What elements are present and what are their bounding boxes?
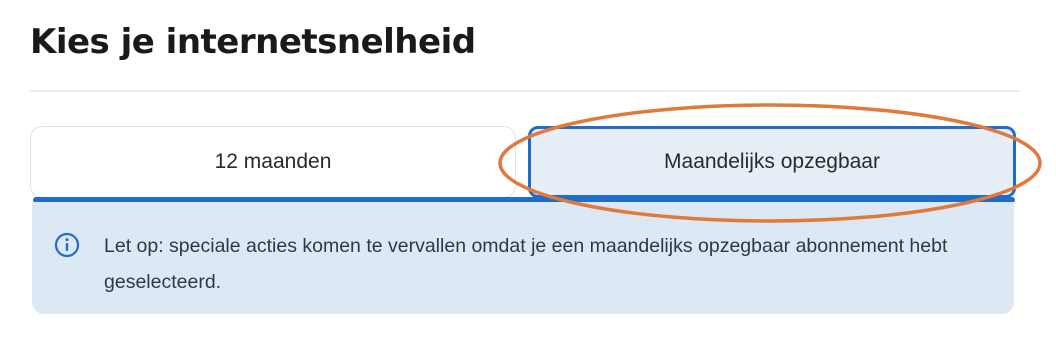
divider [30,90,1020,92]
info-icon [54,232,80,258]
option-12-maanden[interactable]: 12 maanden [30,126,516,198]
option-maandelijks-opzegbaar[interactable]: Maandelijks opzegbaar [528,126,1016,198]
page-title: Kies je internetsnelheid [30,22,476,62]
option-12-maanden-label: 12 maanden [214,150,332,173]
option-maandelijks-opzegbaar-label: Maandelijks opzegbaar [664,150,880,173]
info-notice-text: Let op: speciale acties komen te vervall… [104,235,948,293]
contract-toggle: 12 maanden Maandelijks opzegbaar [30,126,1016,200]
info-notice: Let op: speciale acties komen te vervall… [32,202,1014,314]
